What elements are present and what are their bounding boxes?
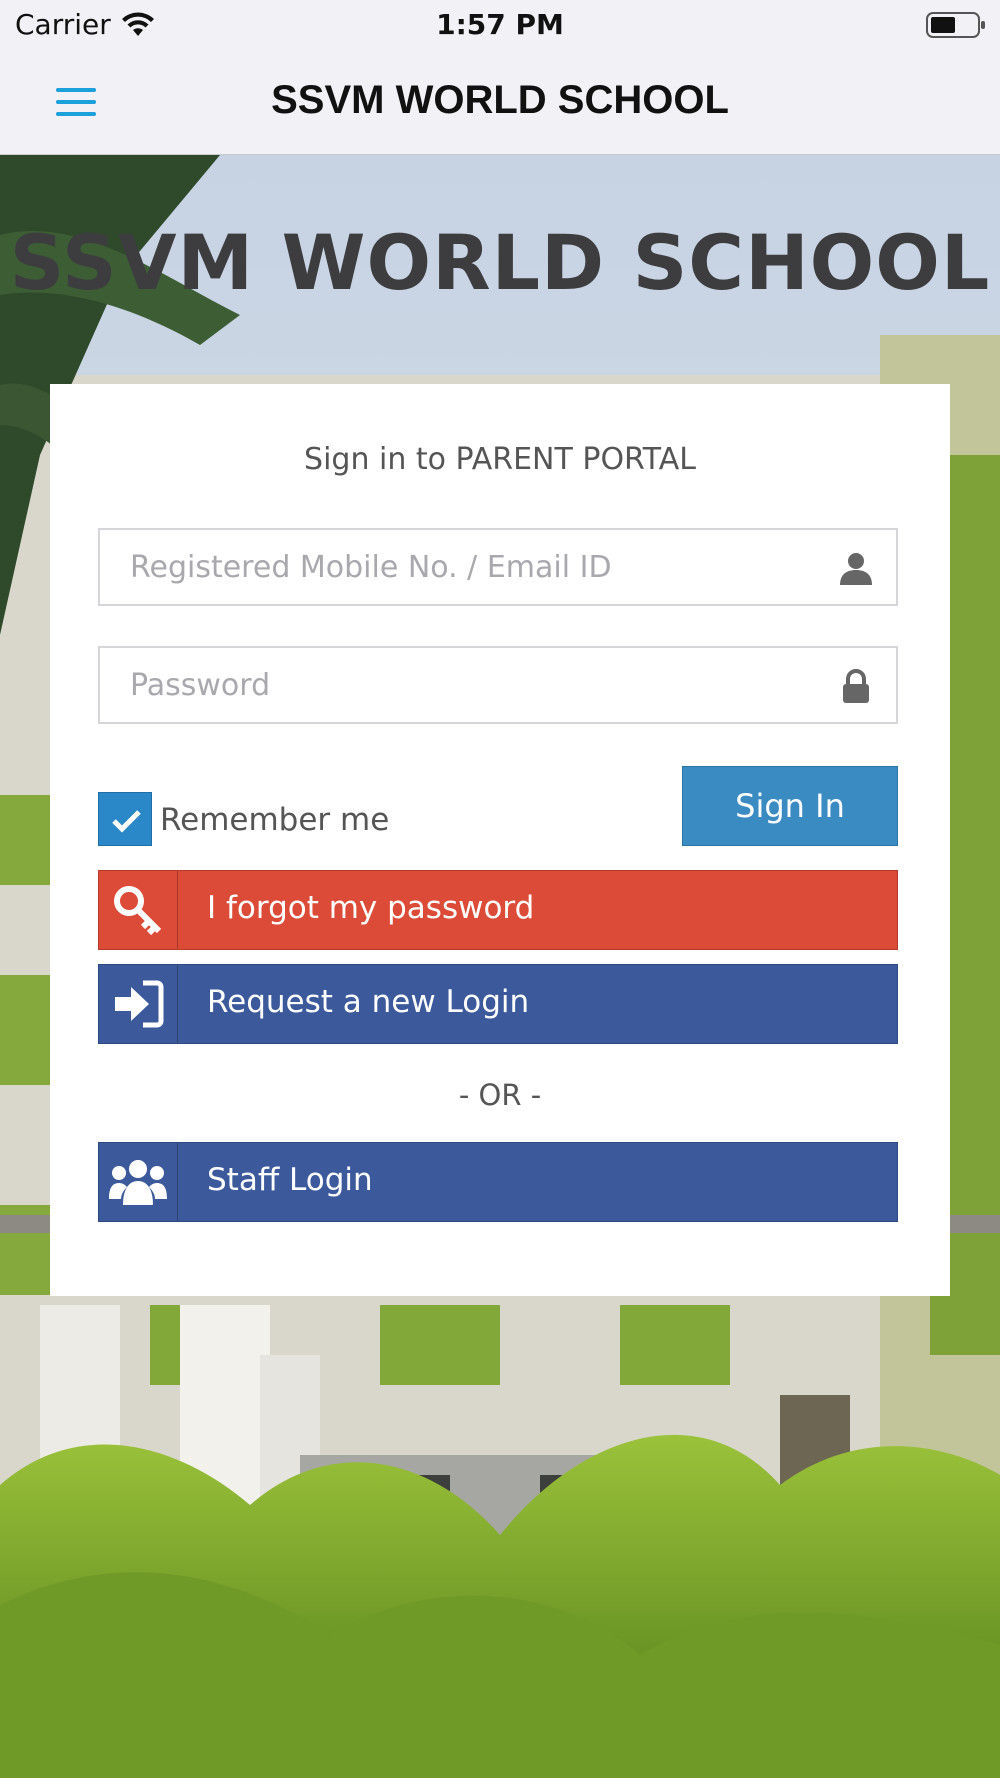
username-input[interactable] [100, 530, 850, 604]
username-field[interactable] [98, 528, 898, 606]
password-input[interactable] [100, 648, 850, 722]
login-card: Sign in to PARENT PORTAL Remember me Sig… [50, 384, 950, 1296]
user-icon [840, 553, 872, 585]
lock-icon [843, 669, 869, 703]
navigation-bar: SSVM WORLD SCHOOL [0, 52, 1000, 155]
forgot-password-button[interactable]: I forgot my password [98, 870, 898, 950]
staff-login-label: Staff Login [207, 1162, 373, 1198]
checkmark-icon [112, 810, 141, 833]
forgot-password-label: I forgot my password [207, 890, 535, 926]
users-icon [99, 1143, 178, 1221]
status-bar: Carrier 1:57 PM [0, 0, 1000, 52]
clock: 1:57 PM [436, 8, 564, 41]
request-login-label: Request a new Login [207, 984, 530, 1020]
nav-title: SSVM WORLD SCHOOL [271, 78, 729, 122]
remember-me-checkbox[interactable] [98, 792, 152, 846]
hero-title: SSVM WORLD SCHOOL [9, 218, 991, 307]
or-separator: - OR - [458, 1078, 542, 1112]
sign-in-icon [99, 965, 178, 1043]
card-heading: Sign in to PARENT PORTAL [304, 442, 696, 477]
key-icon [99, 871, 178, 949]
sign-in-button[interactable]: Sign In [682, 766, 898, 846]
battery-icon [926, 12, 985, 38]
staff-login-button[interactable]: Staff Login [98, 1142, 898, 1222]
password-field[interactable] [98, 646, 898, 724]
remember-me-label: Remember me [160, 802, 390, 838]
request-login-button[interactable]: Request a new Login [98, 964, 898, 1044]
